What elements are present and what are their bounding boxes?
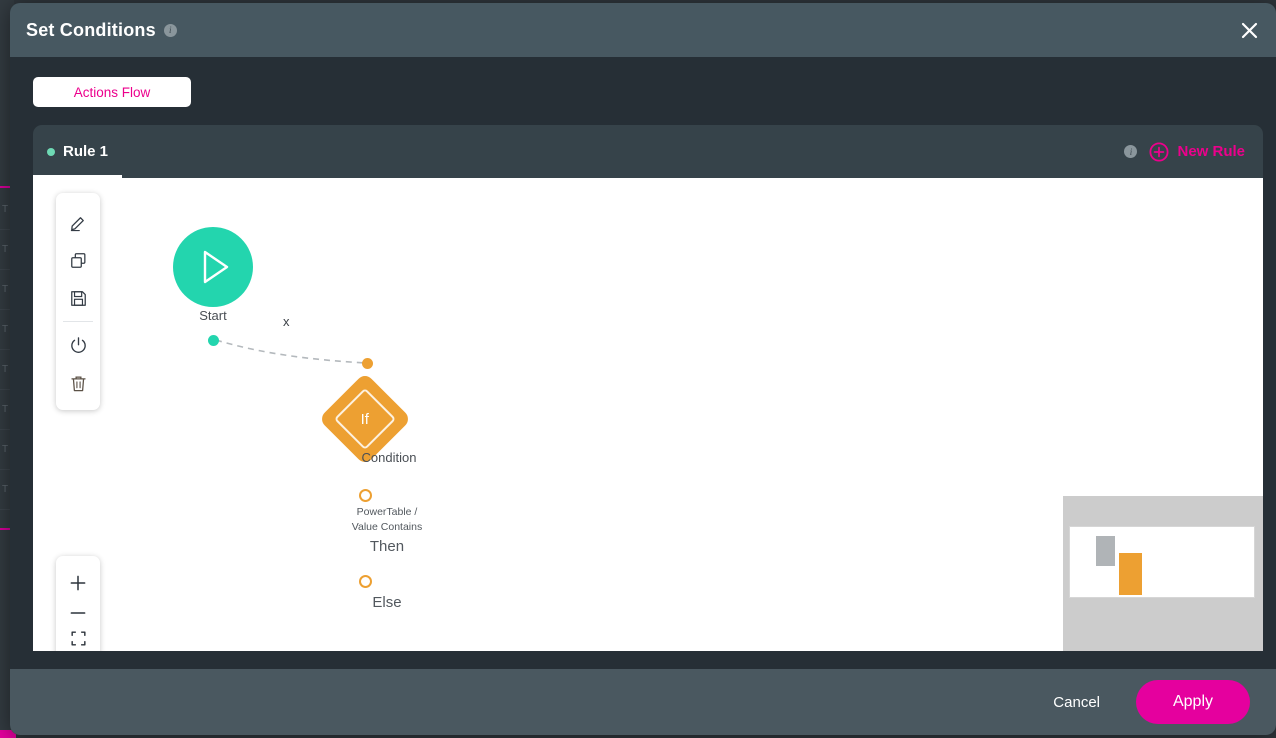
flow-tab-bar: Actions Flow <box>23 77 1263 107</box>
node-condition-label: Condition <box>361 450 417 465</box>
tab-rule-1[interactable]: Rule 1 <box>33 125 123 178</box>
fit-screen-icon <box>70 630 86 646</box>
info-icon[interactable]: i <box>163 23 177 37</box>
trash-icon <box>70 376 86 391</box>
save-tool[interactable] <box>56 279 100 317</box>
info-icon[interactable]: i <box>1124 145 1138 158</box>
branch-else-label: Else <box>372 594 402 611</box>
branch-then-caption: PowerTable / Value Contains <box>351 506 423 533</box>
minimap-node-condition <box>1119 553 1142 595</box>
edit-tool[interactable] <box>56 203 100 241</box>
set-conditions-modal: Set Conditions i Actions Flow Rule 1 i N… <box>10 3 1276 735</box>
modal-title-group: Set Conditions i <box>26 20 177 41</box>
condition-inner-diamond: If <box>333 387 397 451</box>
edit-pencil-icon <box>70 216 84 231</box>
node-start-label: Start <box>199 308 227 323</box>
port-then-output[interactable] <box>359 489 372 502</box>
add-new-rule-label: New Rule <box>1177 143 1245 160</box>
rule-tab-bar: Rule 1 i New Rule <box>33 125 1263 178</box>
zoom-in-button[interactable] <box>56 564 100 602</box>
port-condition-input[interactable] <box>362 358 373 369</box>
delete-tool[interactable] <box>56 364 100 402</box>
copy-icon <box>70 252 85 268</box>
copy-tool[interactable] <box>56 241 100 279</box>
rule-status-dot <box>47 147 55 156</box>
modal-header: Set Conditions i <box>10 3 1276 57</box>
node-tool-palette <box>56 193 100 410</box>
modal-body: Actions Flow Rule 1 i New Rule Start x I… <box>10 57 1276 669</box>
edge-delete-marker[interactable]: x <box>283 314 290 329</box>
zoom-controls <box>56 556 100 651</box>
plus-circle-icon <box>1149 141 1169 162</box>
background-accent-line <box>0 186 10 188</box>
plus-icon <box>70 575 86 591</box>
cancel-button[interactable]: Cancel <box>1039 686 1114 719</box>
close-icon[interactable] <box>1232 13 1266 47</box>
play-triangle-icon <box>203 250 229 284</box>
page-title: Set Conditions <box>26 19 156 40</box>
rule-bar-actions: i New Rule <box>1116 141 1263 162</box>
divider <box>63 321 93 322</box>
apply-button[interactable]: Apply <box>1136 680 1250 724</box>
node-start[interactable] <box>173 227 253 307</box>
node-condition-text: If <box>360 410 370 428</box>
power-icon <box>70 336 86 353</box>
tab-rule-1-label: Rule 1 <box>63 143 109 160</box>
port-else-output[interactable] <box>359 575 372 588</box>
modal-footer: Cancel Apply <box>10 669 1276 735</box>
branch-then-label: Then <box>369 538 405 555</box>
background-accent-line <box>0 528 10 530</box>
power-tool[interactable] <box>56 326 100 364</box>
fit-to-screen-button[interactable] <box>56 624 100 651</box>
add-new-rule-button[interactable]: New Rule <box>1149 141 1245 162</box>
minimap-viewport[interactable] <box>1069 526 1255 598</box>
zoom-out-button[interactable] <box>56 602 100 624</box>
tab-actions-flow[interactable]: Actions Flow <box>33 77 191 107</box>
minimap-node-start <box>1096 536 1115 566</box>
save-floppy-icon <box>70 290 86 306</box>
minus-icon <box>70 612 86 614</box>
canvas-minimap[interactable] <box>1063 496 1263 651</box>
flow-canvas[interactable]: Start x If Condition PowerTable / Value … <box>33 178 1263 651</box>
port-start-output[interactable] <box>208 335 219 346</box>
